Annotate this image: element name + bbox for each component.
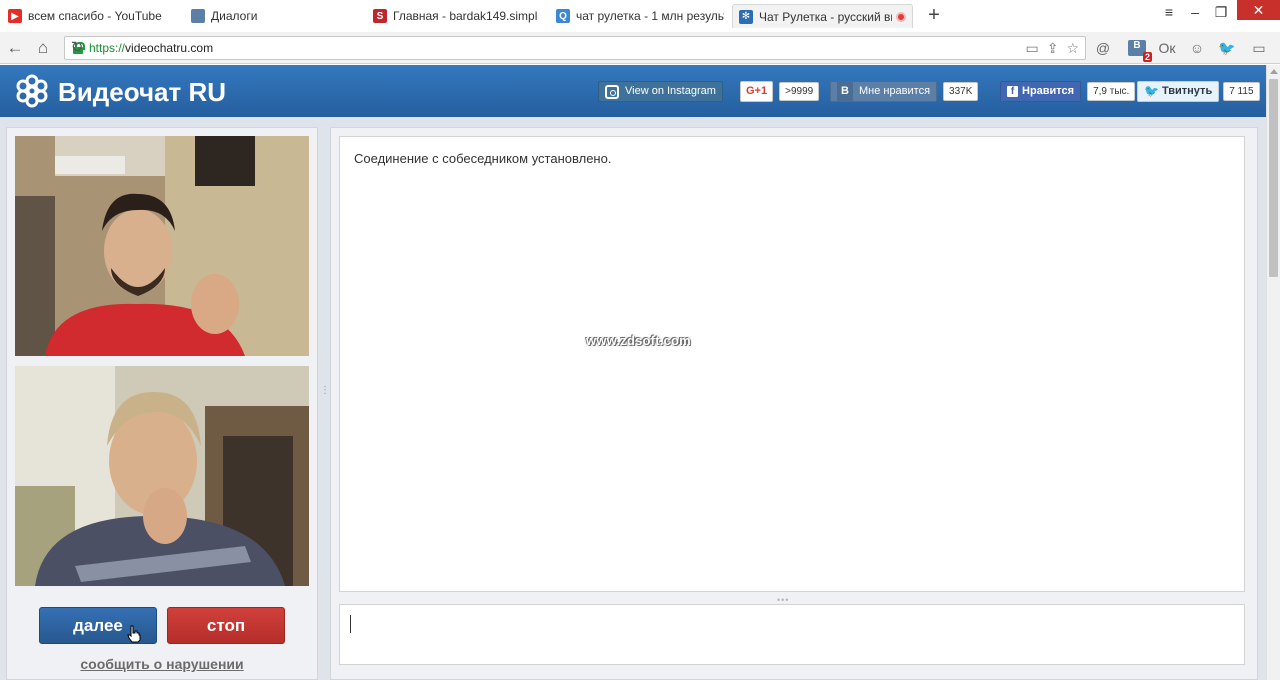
report-abuse-link[interactable]: сообщить о нарушении — [7, 656, 317, 672]
extension-at-icon[interactable]: @ — [1094, 40, 1112, 56]
page-scrollbar[interactable] — [1266, 65, 1280, 680]
tab-youtube[interactable]: ▶ всем спасибо - YouTube — [8, 4, 178, 28]
minimize-icon[interactable]: – — [1184, 2, 1206, 22]
odnoklassniki-icon[interactable]: Ок — [1158, 40, 1176, 56]
tab-title: Главная - bardak149.simplesite — [393, 9, 538, 23]
instagram-widget[interactable]: View on Instagram — [598, 81, 723, 102]
address-bar-row: ← ⌂ https://videochatru.com ▭ ⇪ ☆ ↻ @ В2… — [0, 32, 1280, 64]
instagram-icon — [605, 84, 619, 99]
scroll-thumb[interactable] — [1269, 79, 1278, 277]
site-header: Видеочат RU View on Instagram G+1 >9999 … — [0, 65, 1266, 117]
site-logo-icon[interactable] — [14, 73, 50, 109]
gplus-count: >9999 — [779, 82, 820, 101]
search-icon: Q — [556, 9, 570, 23]
mailru-agent-icon[interactable]: ☺ — [1188, 40, 1206, 56]
chat-panel: Соединение с собеседником установлено. w… — [330, 127, 1258, 680]
tab-simplesite[interactable]: S Главная - bardak149.simplesite — [373, 4, 538, 28]
gplus-widget[interactable]: G+1 >9999 — [740, 81, 820, 102]
url-text[interactable]: https://videochatru.com — [89, 41, 213, 55]
browser-tab-strip: ▶ всем спасибо - YouTube Диалоги S Главн… — [0, 0, 1280, 32]
text-caret — [350, 615, 351, 633]
watermark-text: www.zdsoft.com — [586, 333, 691, 348]
self-video — [15, 366, 309, 586]
new-tab-button[interactable]: + — [924, 4, 944, 26]
hand-cursor-icon — [127, 625, 141, 643]
recording-indicator-icon — [896, 11, 906, 22]
chat-log[interactable]: Соединение с собеседником установлено. w… — [339, 136, 1245, 592]
partner-video — [15, 136, 309, 356]
share-icon[interactable]: ⇪ — [1047, 40, 1059, 57]
facebook-like-button[interactable]: f Нравится — [1000, 81, 1082, 102]
vertical-splitter-handle[interactable]: ⋮ — [320, 386, 330, 396]
vk-like-widget[interactable]: В Мне нравится 337K — [830, 81, 979, 102]
site-brand[interactable]: Видеочат RU — [58, 77, 226, 108]
reload-icon[interactable] — [3, 37, 25, 59]
twitter-bird-icon: 🐦 — [1144, 84, 1159, 98]
tab-vk-dialogs[interactable]: Диалоги — [191, 4, 361, 28]
maximize-icon[interactable]: ❐ — [1210, 2, 1232, 22]
simplesite-icon: S — [373, 9, 387, 23]
tweet-count: 7 115 — [1223, 82, 1260, 101]
notification-badge: 2 — [1142, 52, 1152, 62]
address-bar[interactable]: https://videochatru.com ▭ ⇪ ☆ — [64, 36, 1086, 60]
reload-icon[interactable]: ↻ — [66, 37, 88, 59]
vk-extension-icon[interactable]: В2 — [1128, 40, 1152, 62]
videochat-icon: ✻ — [739, 9, 753, 24]
twitter-widget[interactable]: 🐦 Твитнуть 7 115 — [1137, 81, 1260, 102]
facebook-icon: f — [1007, 86, 1018, 97]
scroll-up-arrow-icon[interactable] — [1270, 69, 1278, 74]
vk-like-button[interactable]: В Мне нравится — [830, 81, 938, 102]
message-input[interactable] — [339, 604, 1245, 665]
camera-blocked-icon[interactable]: ▭ — [1025, 40, 1038, 57]
tab-title: Диалоги — [211, 9, 258, 23]
stop-button[interactable]: стоп — [167, 607, 285, 644]
tab-search[interactable]: Q чат рулетка - 1 млн результатов — [556, 4, 724, 28]
page-body: далее стоп сообщить о нарушении ⋮ Соедин… — [0, 117, 1266, 680]
youtube-icon: ▶ — [8, 9, 22, 23]
chat-bubble-icon[interactable]: ▭ — [1250, 40, 1268, 56]
tab-videochat-active[interactable]: ✻ Чат Рулетка - русский видеочат — [732, 4, 913, 28]
tab-title: чат рулетка - 1 млн результатов — [576, 9, 724, 23]
tab-title: всем спасибо - YouTube — [28, 9, 162, 23]
menu-icon[interactable]: ≡ — [1158, 2, 1180, 22]
vk-dialogs-icon — [191, 9, 205, 23]
twitter-extension-icon[interactable]: 🐦 — [1218, 40, 1236, 56]
close-window-icon[interactable]: ✕ — [1237, 0, 1280, 20]
vk-like-count: 337K — [943, 82, 979, 101]
facebook-like-widget[interactable]: f Нравится 7,9 тыс. — [1000, 81, 1136, 102]
gplus-button[interactable]: G+1 — [740, 81, 774, 102]
tab-title: Чат Рулетка - русский видеочат — [759, 9, 892, 24]
bookmark-star-icon[interactable]: ☆ — [1066, 40, 1079, 57]
facebook-like-count: 7,9 тыс. — [1087, 82, 1136, 101]
home-icon[interactable]: ⌂ — [32, 37, 54, 59]
video-panel: далее стоп сообщить о нарушении — [6, 127, 318, 680]
instagram-button[interactable]: View on Instagram — [598, 81, 723, 102]
system-message: Соединение с собеседником установлено. — [354, 151, 612, 166]
vk-icon: В — [837, 81, 853, 102]
tweet-button[interactable]: 🐦 Твитнуть — [1137, 81, 1220, 102]
